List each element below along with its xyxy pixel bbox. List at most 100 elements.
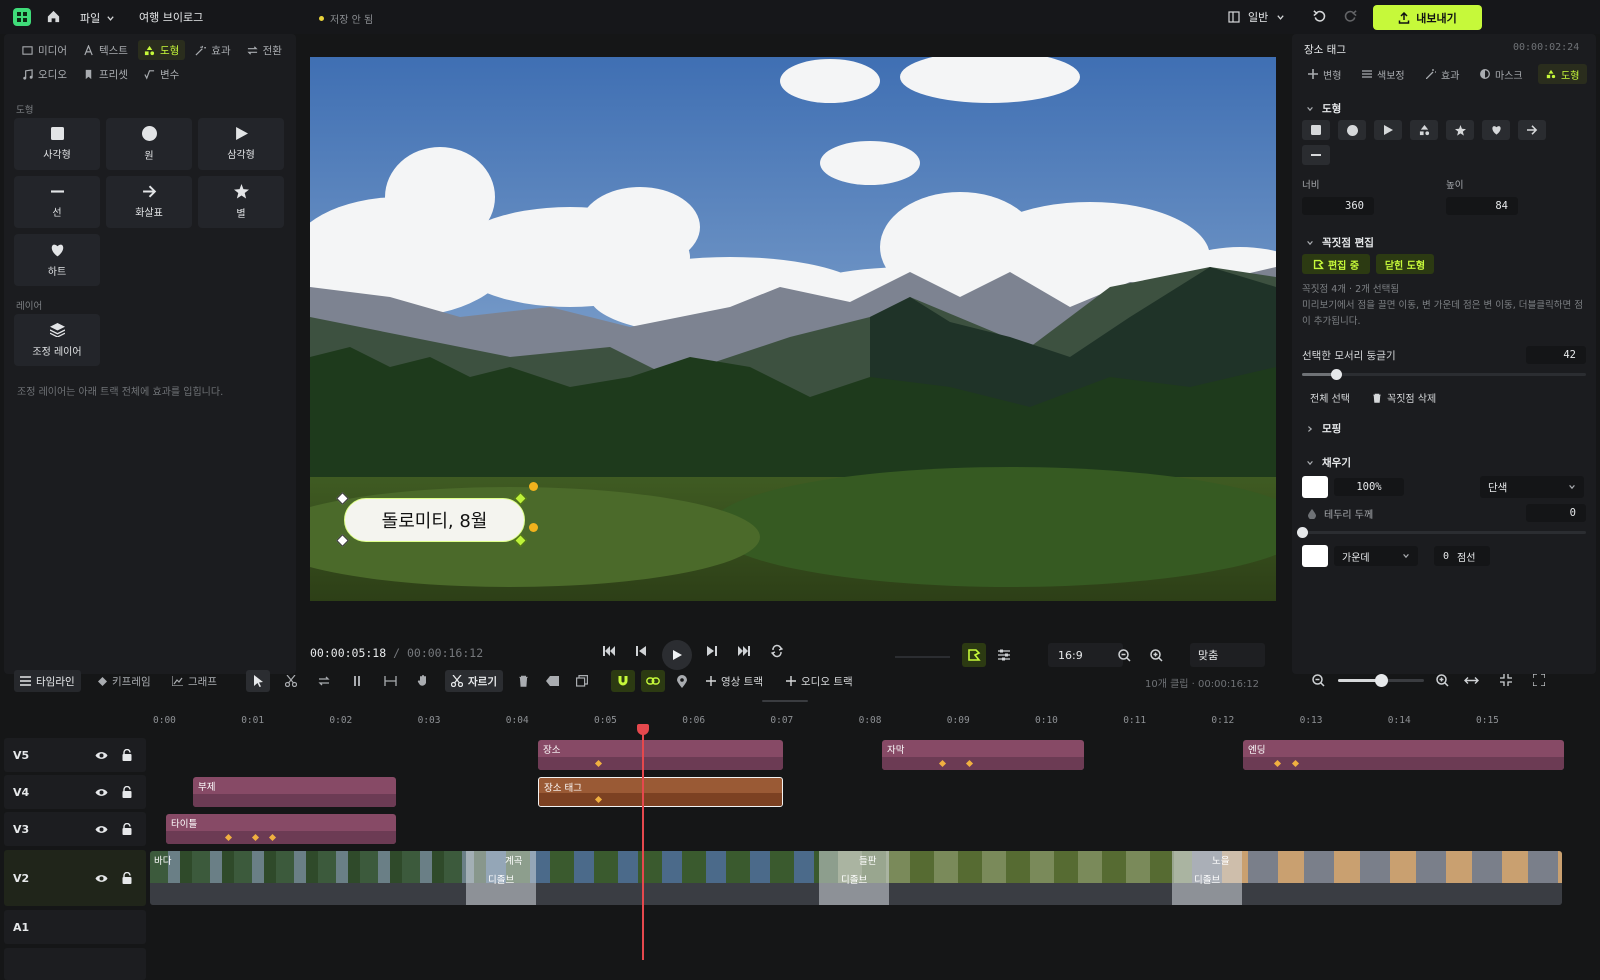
skip-start-icon[interactable] <box>602 644 616 658</box>
ripple-delete-button[interactable] <box>540 670 564 692</box>
zoom-out-icon[interactable] <box>1312 674 1325 687</box>
tab-keyframe[interactable]: 키프레임 <box>92 670 157 692</box>
transition-dissolve[interactable]: 디졸브 <box>1172 851 1242 905</box>
next-frame-icon[interactable] <box>705 644 719 658</box>
lock-icon[interactable] <box>122 823 132 835</box>
tab-transform[interactable]: 변형 <box>1308 64 1341 84</box>
tab-shapes[interactable]: 도형 <box>137 40 186 60</box>
editing-button[interactable]: 편집 중 <box>1302 254 1370 274</box>
clip-ending[interactable]: 엔딩 <box>1243 740 1564 770</box>
delete-clip-button[interactable] <box>511 670 535 692</box>
lock-icon[interactable] <box>122 872 132 884</box>
location-tag-overlay[interactable]: 돌로미티, 8월 <box>344 498 525 542</box>
shape-line-button[interactable] <box>1302 145 1330 165</box>
tab-text[interactable]: 텍스트 <box>77 40 134 60</box>
export-button[interactable]: 내보내기 <box>1373 5 1482 30</box>
timeline-zoom-slider[interactable] <box>1338 674 1424 687</box>
shape-square-button[interactable] <box>1302 120 1330 140</box>
shape-circle-button[interactable]: 원 <box>106 118 192 170</box>
collapse-icon[interactable] <box>1500 674 1512 686</box>
closed-shape-button[interactable]: 닫힌 도형 <box>1376 254 1434 274</box>
adjustment-layer-button[interactable]: 조정 레이어 <box>14 314 100 366</box>
playhead[interactable] <box>637 724 649 960</box>
shape-heart-button[interactable] <box>1482 120 1510 140</box>
height-input[interactable]: 84 <box>1446 197 1518 215</box>
tab-color[interactable]: 색보정 <box>1362 64 1405 84</box>
project-name[interactable]: 여행 브이로그 <box>139 9 203 25</box>
view-mode-select[interactable]: 일반 <box>1228 9 1285 25</box>
video-clip-track[interactable]: 디졸브 디졸브 디졸브 바다 계곡 들판 노을 <box>150 851 1562 905</box>
shape-polygon-button[interactable] <box>1410 120 1438 140</box>
timeline-zoom-knob[interactable] <box>1375 674 1388 687</box>
tab-variable[interactable]: 변수 <box>138 64 185 84</box>
shape-section-header[interactable]: 도형 <box>1306 101 1341 116</box>
split-tool[interactable] <box>345 670 369 692</box>
link-toggle[interactable] <box>641 670 665 692</box>
tab-media[interactable]: 미디어 <box>16 40 73 60</box>
sliders-icon[interactable] <box>997 649 1011 661</box>
edge-handle[interactable] <box>529 482 538 491</box>
hand-tool[interactable] <box>411 670 435 692</box>
shape-star-button[interactable]: 별 <box>198 176 284 228</box>
eye-icon[interactable] <box>95 874 108 883</box>
clip-subheading[interactable]: 부제 <box>193 777 396 807</box>
fit-width-icon[interactable] <box>1464 675 1479 686</box>
zoom-in-icon[interactable] <box>1150 649 1163 662</box>
slip-tool[interactable] <box>312 670 336 692</box>
razor-tool[interactable] <box>279 670 303 692</box>
eye-icon[interactable] <box>95 751 108 760</box>
fill-section-header[interactable]: 채우기 <box>1306 455 1351 470</box>
lock-icon[interactable] <box>122 786 132 798</box>
app-logo[interactable] <box>13 8 31 26</box>
tab-preset[interactable]: 프리셋 <box>77 64 134 84</box>
shape-arrow-button[interactable] <box>1518 120 1546 140</box>
shape-triangle-button[interactable] <box>1374 120 1402 140</box>
shape-star-button[interactable] <box>1446 120 1474 140</box>
zoom-fit-select[interactable]: 맞춤 <box>1190 643 1265 667</box>
home-icon[interactable] <box>46 9 61 24</box>
transition-dissolve[interactable]: 디졸브 <box>819 851 889 905</box>
fill-type-select[interactable]: 단색 <box>1480 476 1584 498</box>
loop-icon[interactable] <box>770 644 784 658</box>
shape-triangle-button[interactable]: 삼각형 <box>198 118 284 170</box>
prev-frame-icon[interactable] <box>634 644 648 658</box>
dash-input[interactable]: 0 점선 <box>1434 546 1490 566</box>
edit-points-toggle[interactable] <box>962 643 986 667</box>
transition-dissolve[interactable]: 디졸브 <box>466 851 536 905</box>
select-tool[interactable] <box>246 670 270 692</box>
fill-color-swatch[interactable] <box>1302 476 1328 498</box>
snap-toggle[interactable] <box>611 670 635 692</box>
fill-opacity-input[interactable]: 100% <box>1334 478 1404 496</box>
time-ruler[interactable]: 0:00 0:01 0:02 0:03 0:04 0:05 0:06 0:07 0:08 0:09… <box>150 712 1600 734</box>
cut-button[interactable]: 자르기 <box>445 670 503 692</box>
shape-square-button[interactable]: 사각형 <box>14 118 100 170</box>
clip-place[interactable]: 장소 <box>538 740 783 770</box>
ripple-tool[interactable] <box>378 670 402 692</box>
stroke-width-slider[interactable] <box>1297 527 1586 538</box>
stroke-width-input[interactable]: 0 <box>1526 504 1586 522</box>
volume-slider[interactable] <box>895 656 950 658</box>
tab-shape[interactable]: 도형 <box>1538 64 1588 84</box>
tab-mask[interactable]: 마스크 <box>1480 64 1523 84</box>
shape-line-button[interactable]: 선 <box>14 176 100 228</box>
corner-radius-knob[interactable] <box>1331 369 1343 380</box>
zoom-out-icon[interactable] <box>1118 649 1131 662</box>
shape-heart-button[interactable]: 하트 <box>14 234 100 286</box>
eye-icon[interactable] <box>95 825 108 834</box>
lock-icon[interactable] <box>122 749 132 761</box>
corner-radius-input[interactable]: 42 <box>1526 346 1586 364</box>
aspect-ratio-select[interactable]: 16:9 <box>1048 643 1123 667</box>
tab-audio[interactable]: 오디오 <box>16 64 73 84</box>
zoom-in-icon[interactable] <box>1436 674 1449 687</box>
tab-graph[interactable]: 그래프 <box>166 670 223 692</box>
tab-transition[interactable]: 전환 <box>241 40 288 60</box>
shape-arrow-button[interactable]: 화살표 <box>106 176 192 228</box>
panel-resize-handle[interactable] <box>762 700 808 702</box>
eye-icon[interactable] <box>95 788 108 797</box>
clip-subtitle[interactable]: 자막 <box>882 740 1084 770</box>
skip-end-icon[interactable] <box>737 644 751 658</box>
delete-vertex-button[interactable]: 꼭짓점 삭제 <box>1372 390 1436 405</box>
add-video-track-button[interactable]: 영상 트랙 <box>700 670 769 692</box>
tab-timeline[interactable]: 타임라인 <box>14 670 81 692</box>
corner-radius-slider[interactable] <box>1302 369 1586 380</box>
